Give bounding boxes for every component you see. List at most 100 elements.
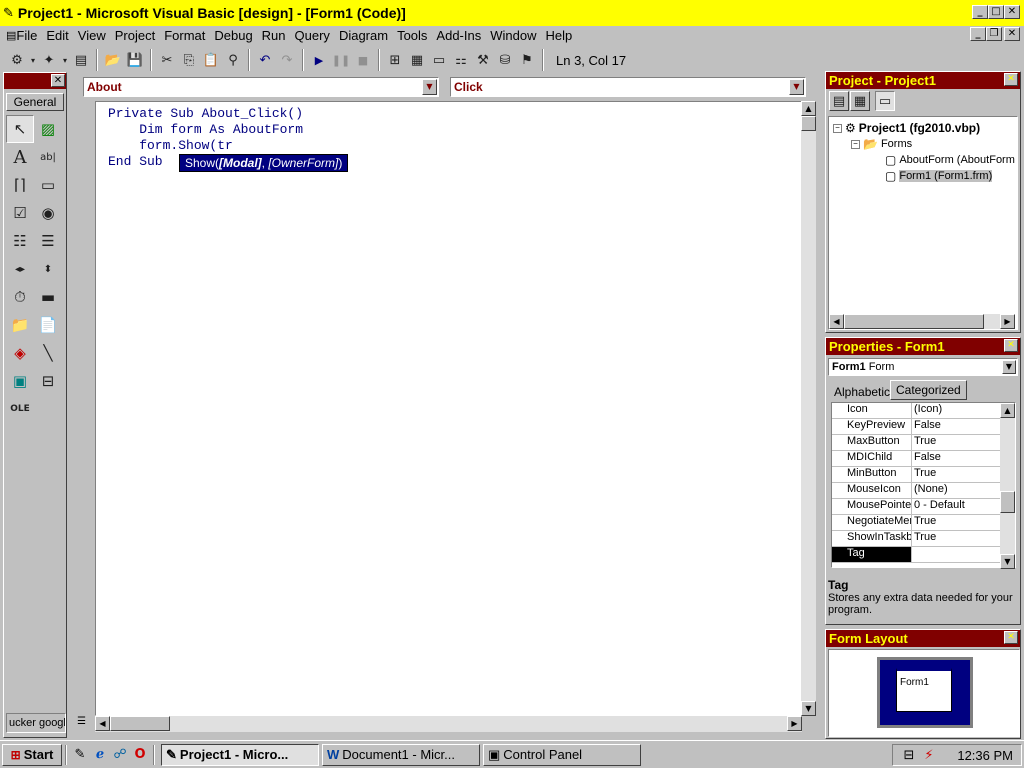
data-view-icon[interactable]: ⛁	[494, 49, 516, 71]
hscroll-thumb[interactable]	[110, 716, 170, 731]
property-row[interactable]: MouseIcon (None)	[832, 483, 1015, 499]
close-button[interactable]: ✕	[1004, 5, 1020, 19]
scroll-thumb[interactable]	[801, 116, 816, 131]
quicklaunch-notepad-icon[interactable]: ✎	[70, 745, 90, 765]
form-layout-icon[interactable]: ▭	[428, 49, 450, 71]
add-form-dropdown-icon[interactable]: ▾	[60, 49, 70, 71]
child-close-button[interactable]: ✕	[1004, 27, 1020, 41]
start-icon[interactable]: ▶	[308, 49, 330, 71]
quicklaunch-network-icon[interactable]: ☍	[110, 745, 130, 765]
menu-view[interactable]: View	[78, 28, 106, 43]
tree-item[interactable]: ▢ Form1 (Form1.frm)	[885, 169, 993, 183]
object-browser-icon[interactable]: ⚏	[450, 49, 472, 71]
maximize-button[interactable]: □	[988, 5, 1004, 19]
object-selector-arrow-icon[interactable]: ▼	[1002, 360, 1016, 374]
scroll-down-icon[interactable]: ▼	[801, 701, 816, 716]
tray-antivirus-icon[interactable]: ⚡	[919, 745, 939, 765]
frame-tool-icon[interactable]: ⌈⌉	[6, 171, 34, 199]
menu-diagram[interactable]: Diagram	[339, 28, 388, 43]
task-word[interactable]: W Document1 - Micr...	[322, 743, 480, 766]
tree-item[interactable]: ▢ AboutForm (AboutForm	[885, 153, 1015, 167]
child-minimize-button[interactable]: _	[970, 27, 986, 41]
dirlistbox-tool-icon[interactable]: 📁	[6, 311, 34, 339]
object-selector[interactable]: Form1 Form ▼	[828, 358, 1018, 376]
tab-categorized[interactable]: Categorized	[890, 380, 967, 400]
menu-debug[interactable]: Debug	[214, 28, 252, 43]
redo-icon[interactable]: ↷	[276, 49, 298, 71]
property-row[interactable]: MaxButton True	[832, 435, 1015, 451]
open-project-icon[interactable]: 📂	[102, 49, 124, 71]
property-row[interactable]: MinButton True	[832, 467, 1015, 483]
scroll-up-icon[interactable]: ▲	[801, 101, 816, 116]
properties-scrollbar[interactable]: ▲ ▼	[1000, 403, 1015, 569]
form-layout-close-button[interactable]: ✕	[1004, 631, 1018, 644]
task-vb[interactable]: ✎ Project1 - Micro...	[161, 743, 319, 766]
project-explorer-icon[interactable]: ⊞	[384, 49, 406, 71]
filelistbox-tool-icon[interactable]: 📄	[34, 311, 62, 339]
menu-file[interactable]: File	[16, 28, 37, 43]
find-icon[interactable]: ⚲	[222, 49, 244, 71]
procedure-view-icon[interactable]: ☰	[77, 716, 93, 732]
tree-forms-folder[interactable]: − 📂 Forms	[851, 137, 912, 151]
scroll-down-icon[interactable]: ▼	[1000, 554, 1015, 569]
scroll-up-icon[interactable]: ▲	[1000, 403, 1015, 418]
hscroll-thumb[interactable]	[844, 314, 984, 329]
toggle-folders-icon[interactable]: ▭	[875, 91, 895, 111]
toolbox-close-button[interactable]: ✕	[51, 74, 65, 87]
picturebox-tool-icon[interactable]: ▨	[34, 115, 62, 143]
menu-format[interactable]: Format	[164, 28, 205, 43]
vscrollbar-tool-icon[interactable]: ⬍	[34, 255, 62, 283]
timer-tool-icon[interactable]: ⏱	[6, 283, 34, 311]
image-tool-icon[interactable]: ▣	[6, 367, 34, 395]
menu-tools[interactable]: Tools	[397, 28, 427, 43]
pointer-tool-icon[interactable]: ↖	[6, 115, 34, 143]
save-project-icon[interactable]: 💾	[124, 49, 146, 71]
menu-edit[interactable]: Edit	[46, 28, 68, 43]
property-row[interactable]: NegotiateMenusTrue	[832, 515, 1015, 531]
add-project-dropdown-icon[interactable]: ▾	[28, 49, 38, 71]
break-icon[interactable]: ❚❚	[330, 49, 352, 71]
visual-component-manager-icon[interactable]: ⚑	[516, 49, 538, 71]
properties-close-button[interactable]: ✕	[1004, 339, 1018, 352]
taskbar-clock[interactable]: 12:36 PM	[957, 748, 1013, 763]
menu-help[interactable]: Help	[545, 28, 572, 43]
tree-project-node[interactable]: − ⚙ Project1 (fg2010.vbp)	[833, 121, 980, 135]
property-row[interactable]: MDIChild False	[832, 451, 1015, 467]
project-explorer-close-button[interactable]: ✕	[1004, 73, 1018, 86]
scroll-right-icon[interactable]: ▶	[787, 716, 802, 731]
line-tool-icon[interactable]: ╲	[34, 339, 62, 367]
scroll-right-icon[interactable]: ▶	[1000, 314, 1015, 329]
code-horizontal-scrollbar[interactable]: ◀ ▶	[95, 716, 802, 732]
property-row-selected[interactable]: Tag	[832, 547, 1015, 563]
start-button[interactable]: ⊞ Start	[2, 743, 62, 766]
code-vertical-scrollbar[interactable]: ▲ ▼	[801, 101, 816, 716]
commandbutton-tool-icon[interactable]: ▭	[34, 171, 62, 199]
tab-alphabetic[interactable]: Alphabetic	[829, 382, 895, 402]
data-tool-icon[interactable]: ⊟	[34, 367, 62, 395]
drivelistbox-tool-icon[interactable]: ▬	[34, 283, 62, 311]
view-code-icon[interactable]: ▤	[829, 91, 849, 111]
property-row[interactable]: KeyPreview False	[832, 419, 1015, 435]
combobox-tool-icon[interactable]: ☷	[6, 227, 34, 255]
property-row[interactable]: ShowInTaskbarTrue	[832, 531, 1015, 547]
minimize-button[interactable]: _	[972, 5, 988, 19]
end-icon[interactable]: ■	[352, 49, 374, 71]
textbox-tool-icon[interactable]: ab|	[34, 143, 62, 171]
scroll-left-icon[interactable]: ◀	[829, 314, 844, 329]
copy-icon[interactable]: ⎘	[178, 49, 200, 71]
project-hscrollbar[interactable]: ◀ ▶	[829, 314, 1015, 329]
toolbox-tab-general[interactable]: General	[6, 93, 64, 111]
collapse-icon[interactable]: −	[833, 123, 842, 133]
hscrollbar-tool-icon[interactable]: ◂▸	[6, 255, 34, 283]
code-editor[interactable]: Private Sub About_Click() Dim form As Ab…	[95, 101, 802, 716]
property-row[interactable]: Icon (Icon)	[832, 403, 1015, 419]
properties-window-icon[interactable]: ▦	[406, 49, 428, 71]
procedure-combobox-arrow-icon[interactable]: ▼	[789, 79, 804, 95]
quicklaunch-ie-icon[interactable]: ℯ	[90, 745, 110, 765]
collapse-icon[interactable]: −	[851, 139, 860, 149]
scroll-thumb[interactable]	[1000, 491, 1015, 513]
task-control-panel[interactable]: ▣ Control Panel	[483, 743, 641, 766]
checkbox-tool-icon[interactable]: ☑	[6, 199, 34, 227]
object-combobox-arrow-icon[interactable]: ▼	[422, 79, 437, 95]
toolbox-bottom-tab[interactable]: ucker google	[6, 713, 66, 733]
